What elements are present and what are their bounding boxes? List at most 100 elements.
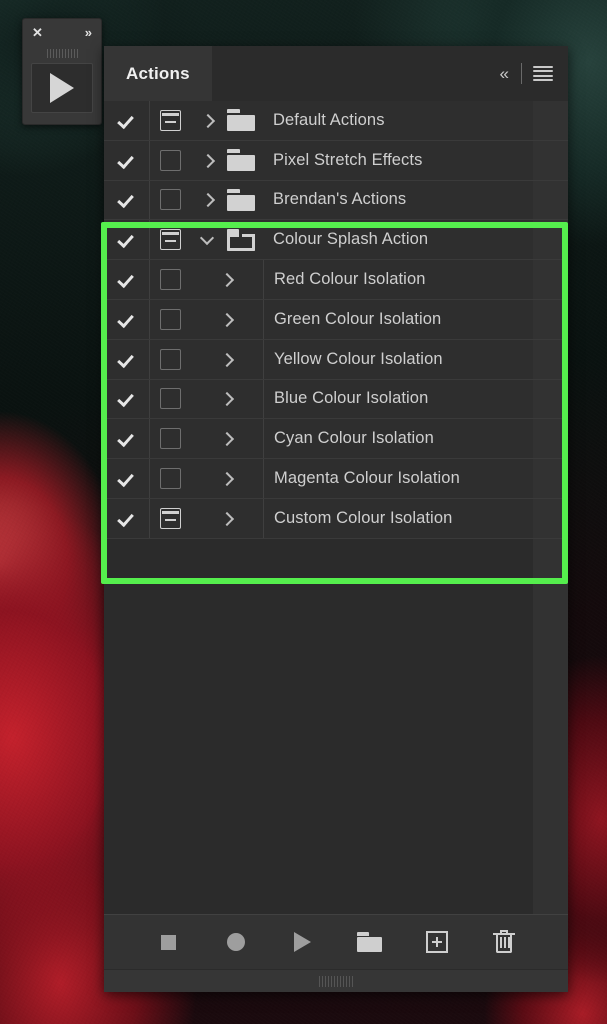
dialog-toggle-off-icon [159,468,181,490]
action-row[interactable]: Default Actions [104,101,568,141]
action-row[interactable]: Colour Splash Action [104,220,568,261]
dialog-toggle-off-icon [159,269,181,291]
check-icon [118,510,135,527]
expand-toggle-cell[interactable] [190,392,263,405]
dialog-toggle-on-icon [159,507,181,529]
expand-toggle-cell[interactable] [190,273,263,286]
check-icon [118,351,135,368]
dialog-toggle-off-icon [159,149,181,171]
toggle-dialog-cell[interactable] [150,468,190,490]
dialog-toggle-off-icon [159,308,181,330]
action-row[interactable]: Red Colour Isolation [104,260,568,300]
toggle-dialog-cell[interactable] [150,269,190,291]
action-row-label: Brendan's Actions [273,190,407,209]
expand-toggle-cell[interactable] [190,512,263,525]
set-folder-cell [225,228,265,251]
panel-resize-grip[interactable] [104,969,568,992]
collapse-panel-icon[interactable]: « [497,62,510,86]
toggle-enabled-cell[interactable] [104,299,150,339]
expand-toggle-cell[interactable] [190,432,263,445]
toggle-enabled-cell[interactable] [104,220,150,260]
expand-toggle-cell[interactable] [190,313,263,326]
toggle-dialog-cell[interactable] [150,428,190,450]
actions-panel: Actions « Default Actions Pixel Stretch E… [104,46,568,992]
close-icon[interactable]: ✕ [32,26,43,39]
expand-toggle-cell[interactable] [190,353,263,366]
action-row[interactable]: Brendan's Actions [104,180,568,221]
toggle-dialog-cell[interactable] [150,189,190,211]
tab-actions[interactable]: Actions [104,46,212,101]
toggle-enabled-cell[interactable] [104,260,150,299]
screenshot-root: ✕ » Actions « Default Actions Pixel Stre… [0,0,607,1024]
row-right-gutter [533,459,568,498]
toggle-dialog-cell[interactable] [150,229,190,251]
toggle-dialog-cell[interactable] [150,149,190,171]
toggle-enabled-cell[interactable] [104,180,150,220]
tool-strip-titlebar: ✕ » [23,19,101,46]
action-row-label: Red Colour Isolation [263,260,533,299]
toggle-enabled-cell[interactable] [104,379,150,419]
check-icon [118,191,135,208]
toggle-enabled-cell[interactable] [104,419,150,459]
set-folder-cell [225,188,265,211]
folder-icon [357,932,382,952]
folder-icon [227,149,255,172]
play-button[interactable] [288,927,318,957]
toggle-dialog-cell[interactable] [150,507,190,529]
toggle-enabled-cell[interactable] [104,498,150,538]
action-row-label: Cyan Colour Isolation [263,419,533,459]
check-icon [118,311,135,328]
dialog-toggle-off-icon [159,348,181,370]
chevron-right-icon [201,114,214,127]
action-row[interactable]: Magenta Colour Isolation [104,459,568,499]
action-row[interactable]: Pixel Stretch Effects [104,140,568,181]
action-row-label: Magenta Colour Isolation [263,459,533,498]
toggle-dialog-cell[interactable] [150,348,190,370]
panel-header: Actions « [104,46,568,101]
chevron-right-icon [220,353,233,366]
action-row[interactable]: Green Colour Isolation [104,299,568,340]
check-icon [118,271,135,288]
set-folder-cell [225,149,265,172]
floating-tool-strip[interactable]: ✕ » [22,18,102,125]
play-action-button[interactable] [31,63,93,113]
expand-toggle-cell[interactable] [190,114,225,127]
stop-button[interactable] [154,927,184,957]
toggle-enabled-cell[interactable] [104,140,150,180]
row-right-gutter [533,419,568,459]
action-row-label: Yellow Colour Isolation [263,339,533,379]
row-right-gutter [533,299,568,339]
action-row[interactable]: Blue Colour Isolation [104,379,568,420]
toggle-dialog-cell[interactable] [150,308,190,330]
toggle-enabled-cell[interactable] [104,101,150,140]
dialog-toggle-off-icon [159,428,181,450]
panel-menu-icon[interactable] [533,66,553,81]
expand-toggle-cell[interactable] [190,233,225,246]
expand-toggle-cell[interactable] [190,193,225,206]
action-row-label: Custom Colour Isolation [263,498,533,538]
record-icon [226,933,245,951]
row-right-gutter [533,180,568,220]
delete-button[interactable] [489,927,519,957]
toggle-dialog-cell[interactable] [150,388,190,410]
record-button[interactable] [221,927,251,957]
expand-toggle-cell[interactable] [190,154,225,167]
action-row[interactable]: Yellow Colour Isolation [104,339,568,380]
row-right-gutter [533,101,568,140]
new-set-button[interactable] [355,927,385,957]
expand-chevrons-icon[interactable]: » [85,26,92,39]
action-row[interactable]: Cyan Colour Isolation [104,419,568,460]
tool-strip-body [23,60,101,121]
toggle-enabled-cell[interactable] [104,339,150,379]
folder-icon [227,188,255,211]
tool-strip-drag-grip[interactable] [23,46,101,60]
expand-toggle-cell[interactable] [190,472,263,485]
actions-list: Default Actions Pixel Stretch Effects Bren… [104,101,568,539]
new-action-button[interactable] [422,927,452,957]
action-row-label: Blue Colour Isolation [263,379,533,419]
toggle-enabled-cell[interactable] [104,459,150,498]
dialog-toggle-off-icon [159,189,181,211]
dialog-toggle-on-icon [159,229,181,251]
action-row[interactable]: Custom Colour Isolation [104,498,568,539]
toggle-dialog-cell[interactable] [150,109,190,131]
